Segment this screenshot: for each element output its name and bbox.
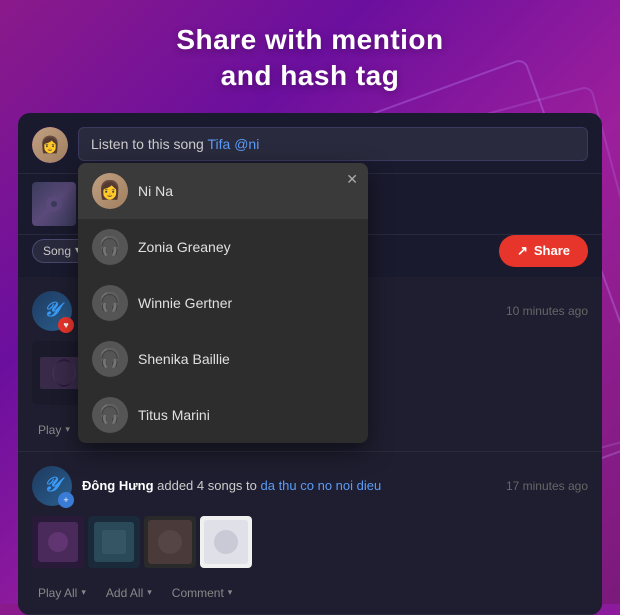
app-logo-icon: 𝒴 <box>44 299 60 322</box>
mention-item[interactable]: 🎧 Titus Marini <box>78 387 368 443</box>
mention-dropdown: ✕ 👩 Ni Na 🎧 Zonia Greaney <box>78 163 368 443</box>
mention-name-3: Winnie Gertner <box>138 295 232 311</box>
play-all-button[interactable]: Play All ▾ <box>32 582 92 604</box>
feed-action-2: added 4 songs to <box>157 478 260 493</box>
feed-playlist-link[interactable]: da thu co no noi dieu <box>261 478 382 493</box>
feed-actions-2: Play All ▾ Add All ▾ Comment ▾ <box>32 576 588 606</box>
headphone-icon: 🎧 <box>99 348 121 369</box>
feed-item: 𝒴 + Đông Hưng added 4 songs to da thu co… <box>18 452 602 615</box>
user-avatar: 👩 <box>32 127 68 163</box>
feed-time-2: 17 minutes ago <box>506 479 588 493</box>
app-logo-icon: 𝒴 <box>44 474 60 497</box>
close-icon[interactable]: ✕ <box>346 171 358 188</box>
multi-thumb-1 <box>32 516 84 568</box>
compose-input-area: Listen to this song Tifa @ni ✕ 👩 Ni Na 🎧 <box>78 127 588 161</box>
multi-thumbs <box>32 516 588 568</box>
song-tag-label: Song <box>43 244 71 258</box>
mention-avatar-1: 👩 <box>92 173 128 209</box>
share-label: Share <box>534 243 570 258</box>
song-thumbnail <box>32 182 76 226</box>
mention-name-5: Titus Marini <box>138 407 210 423</box>
chevron-down-icon: ▾ <box>147 587 152 598</box>
page-title: Share with mentionand hash tag <box>0 0 620 113</box>
headphone-icon: 🎧 <box>99 404 121 425</box>
headphone-icon: 🎧 <box>99 236 121 257</box>
mention-name-2: Zonia Greaney <box>138 239 231 255</box>
mention-item[interactable]: 👩 Ni Na <box>78 163 368 219</box>
mention-name-1: Ni Na <box>138 183 173 199</box>
compose-text-box[interactable]: Listen to this song Tifa @ni <box>78 127 588 161</box>
mention-name-4: Shenika Baillie <box>138 351 230 367</box>
multi-thumb-3 <box>144 516 196 568</box>
mention-item[interactable]: 🎧 Shenika Baillie <box>78 331 368 387</box>
multi-thumb-4 <box>200 516 252 568</box>
comment-all-button[interactable]: Comment ▾ <box>166 582 239 604</box>
compose-highlight: Tifa <box>207 136 230 152</box>
feed-time-1: 10 minutes ago <box>506 304 588 318</box>
chevron-down-icon: ▾ <box>81 587 86 598</box>
mention-item[interactable]: 🎧 Zonia Greaney <box>78 219 368 275</box>
avatar-photo: 👩 <box>32 127 68 163</box>
feed-username-2: Đông Hưng <box>82 478 154 493</box>
mention-avatar-2: 🎧 <box>92 229 128 265</box>
mention-item[interactable]: 🎧 Winnie Gertner <box>78 275 368 331</box>
share-icon: ↗ <box>517 243 528 259</box>
mention-avatar-3: 🎧 <box>92 285 128 321</box>
favorite-badge: ♥ <box>58 317 74 333</box>
mention-avatar-5: 🎧 <box>92 397 128 433</box>
song-thumb-inner <box>32 182 76 226</box>
multi-thumb-2 <box>88 516 140 568</box>
share-button[interactable]: ↗ Share <box>499 235 588 267</box>
compose-typed: Listen to this song <box>91 136 207 152</box>
main-card: 👩 Listen to this song Tifa @ni ✕ 👩 Ni Na <box>18 113 602 615</box>
feed-avatar-1: 𝒴 ♥ <box>32 291 72 331</box>
mention-avatar-4: 🎧 <box>92 341 128 377</box>
compose-mention: @ni <box>230 136 259 152</box>
chevron-down-icon: ▾ <box>65 424 70 435</box>
compose-area: 👩 Listen to this song Tifa @ni ✕ 👩 Ni Na <box>18 113 602 174</box>
mention-avatar-photo-1: 👩 <box>92 173 128 209</box>
chevron-down-icon: ▾ <box>228 587 233 598</box>
add-all-button[interactable]: Add All ▾ <box>100 582 158 604</box>
play-button[interactable]: Play ▾ <box>32 419 76 441</box>
feed-item-header-2: 𝒴 + Đông Hưng added 4 songs to da thu co… <box>32 466 588 506</box>
feed-avatar-2: 𝒴 + <box>32 466 72 506</box>
feed-user-text-2: Đông Hưng added 4 songs to da thu co no … <box>82 478 496 493</box>
headphone-icon: 🎧 <box>99 292 121 313</box>
add-badge: + <box>58 492 74 508</box>
